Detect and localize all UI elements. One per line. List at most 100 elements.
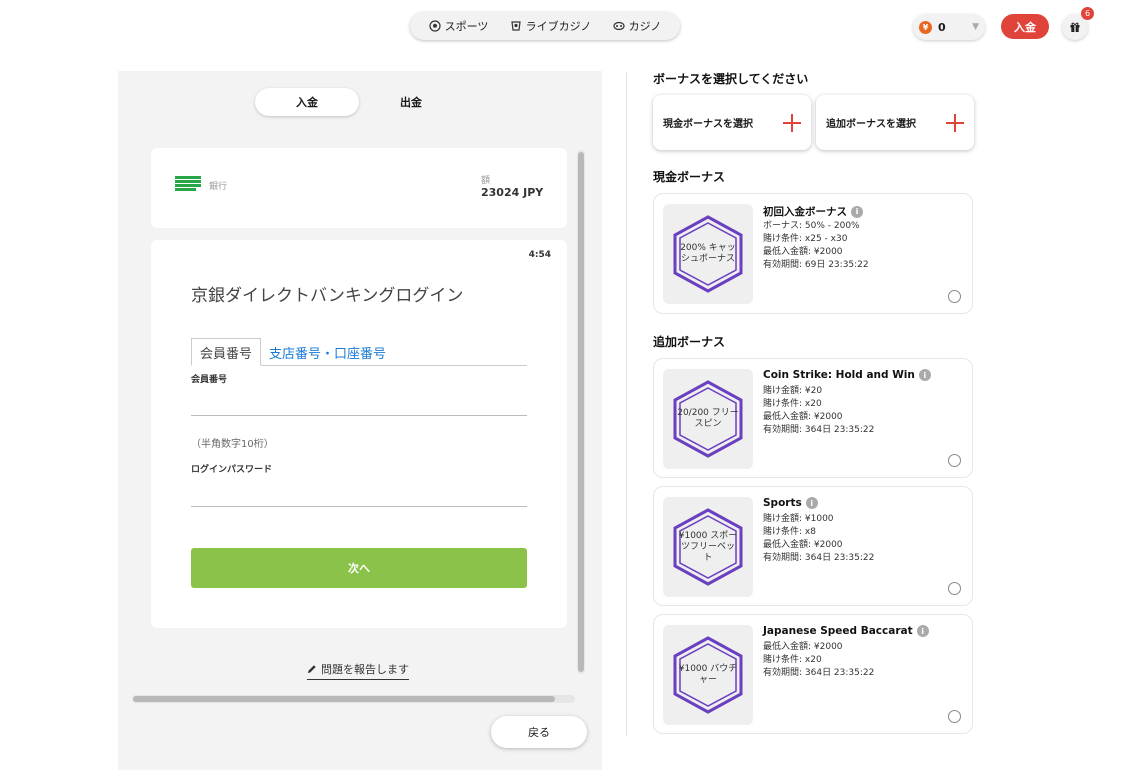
soccer-ball-icon [429, 20, 441, 32]
countdown-timer: 4:54 [528, 250, 551, 260]
bonus-detail: 賭け条件: x20 [763, 655, 822, 665]
casino-icon [613, 21, 625, 31]
bonus-radio[interactable] [948, 290, 961, 303]
live-casino-icon [510, 21, 521, 31]
password-input[interactable] [191, 483, 527, 507]
bonus-detail: 賭け条件: x25 - x30 [763, 234, 848, 244]
bonus-badge-text: ¥1000 スポーツフリーベット [678, 530, 738, 563]
report-problem-link[interactable]: 問題を報告します [307, 661, 409, 680]
bonus-name-text: Japanese Speed Baccarat [763, 625, 913, 637]
report-problem-label: 問題を報告します [321, 663, 409, 676]
bonus-name: Sports i [763, 497, 818, 509]
bonus-detail: 最低入金額: ¥2000 [763, 540, 843, 550]
bank-label: 銀行 [209, 182, 228, 192]
info-icon[interactable]: i [916, 625, 929, 637]
horizontal-scrollbar[interactable] [132, 695, 575, 703]
top-nav: スポーツ ライブカジノ カジノ [410, 12, 680, 40]
member-number-input[interactable] [191, 392, 527, 416]
cash-bonus-section-title: 現金ボーナス [653, 170, 726, 184]
bonus-detail: ボーナス: 50% - 200% [763, 221, 860, 231]
bonus-detail: 賭け金額: ¥1000 [763, 514, 834, 524]
bonus-radio[interactable] [948, 710, 961, 723]
tab-deposit[interactable]: 入金 [255, 88, 359, 116]
bonus-card[interactable]: ¥1000 スポーツフリーベット Sports i 賭け金額: ¥1000 賭け条… [653, 486, 973, 606]
tab-withdraw[interactable]: 出金 [359, 88, 463, 116]
select-cash-bonus-button[interactable]: 現金ボーナスを選択 [653, 95, 811, 150]
plus-icon [783, 113, 801, 132]
select-cash-bonus-label: 現金ボーナスを選択 [663, 119, 753, 130]
bonus-detail: 賭け金額: ¥20 [763, 386, 823, 396]
balance-dropdown[interactable]: ¥ 0 ▼ [913, 14, 985, 40]
deposit-button[interactable]: 入金 [1001, 14, 1049, 39]
bonus-detail: 有効期間: 364日 23:35:22 [763, 425, 875, 435]
bonus-badge: ¥1000 バウチャー [663, 625, 753, 725]
select-extra-bonus-button[interactable]: 追加ボーナスを選択 [816, 95, 974, 150]
bonus-name-text: 初回入金ボーナス [763, 206, 847, 218]
info-icon[interactable]: i [918, 369, 931, 381]
bonus-detail: 賭け条件: x8 [763, 527, 816, 537]
bonus-badge: ¥1000 スポーツフリーベット [663, 497, 753, 597]
bank-login-card: 4:54 京銀ダイレクトバンキングログイン 会員番号 支店番号・口座番号 会員番… [151, 240, 567, 628]
scrollbar-thumb[interactable] [133, 696, 555, 702]
member-number-label: 会員番号 [191, 375, 228, 385]
member-number-hint: （半角数字10桁） [191, 439, 274, 450]
pencil-icon [308, 665, 316, 673]
bank-info-card: 銀行 額 23024 JPY [151, 148, 567, 228]
page: スポーツ ライブカジノ カジノ ¥ 0 ▼ 入金 6 入金 出金 銀行 額 23… [0, 0, 1133, 770]
vertical-scrollbar[interactable] [577, 150, 585, 674]
nav-item-casino[interactable]: カジノ [613, 18, 662, 34]
bonus-card[interactable]: ¥1000 バウチャー Japanese Speed Baccarat i 最低入… [653, 614, 973, 734]
extra-bonus-section-title: 追加ボーナス [653, 335, 726, 349]
gift-icon [1070, 22, 1080, 32]
bonus-badge-text: 20/200 フリースピン [677, 408, 739, 429]
chevron-down-icon: ▼ [972, 22, 979, 32]
nav-item-live-casino[interactable]: ライブカジノ [510, 18, 592, 34]
select-bonus-title: ボーナスを選択してください [653, 72, 809, 86]
bonus-radio[interactable] [948, 454, 961, 467]
bonus-name: Coin Strike: Hold and Win i [763, 369, 931, 381]
gift-count-badge: 6 [1081, 7, 1094, 20]
payment-tabs: 入金 出金 [255, 88, 465, 116]
tab-member-number[interactable]: 会員番号 [191, 338, 262, 366]
deposit-panel: 入金 出金 銀行 額 23024 JPY 4:54 京銀ダイレクトバンキングログ… [118, 71, 602, 770]
nav-item-sports[interactable]: スポーツ [429, 18, 489, 34]
bonus-detail: 最低入金額: ¥2000 [763, 412, 843, 422]
bonus-badge: 200% キャッシュボーナス [663, 204, 753, 304]
plus-icon [946, 113, 964, 132]
bonus-name: 初回入金ボーナス i [763, 204, 863, 219]
nav-item-label: カジノ [628, 20, 662, 33]
coin-icon: ¥ [919, 20, 932, 34]
bonus-detail: 賭け条件: x20 [763, 399, 822, 409]
login-title: 京銀ダイレクトバンキングログイン [191, 286, 464, 306]
login-method-tabs: 会員番号 支店番号・口座番号 [191, 338, 527, 366]
scrollbar-thumb[interactable] [578, 152, 584, 672]
password-label: ログインパスワード [191, 465, 273, 475]
bonus-detail: 有効期間: 364日 23:35:22 [763, 668, 875, 678]
nav-item-label: スポーツ [444, 20, 489, 33]
bonus-detail: 最低入金額: ¥2000 [763, 642, 843, 652]
bonus-badge-text: ¥1000 バウチャー [678, 664, 738, 685]
bonus-detail: 有効期間: 69日 23:35:22 [763, 260, 869, 270]
bonus-radio[interactable] [948, 582, 961, 595]
next-button[interactable]: 次へ [191, 548, 527, 588]
divider [626, 72, 627, 736]
bonus-name-text: Sports [763, 497, 802, 509]
bonus-name-text: Coin Strike: Hold and Win [763, 369, 915, 381]
bonus-detail: 最低入金額: ¥2000 [763, 247, 843, 257]
amount-label: 額 [481, 176, 491, 186]
info-icon[interactable]: i [805, 497, 818, 509]
select-extra-bonus-label: 追加ボーナスを選択 [826, 119, 916, 130]
bonus-badge-text: 200% キャッシュボーナス [680, 243, 736, 264]
bank-logo-icon [175, 176, 201, 194]
bonus-badge: 20/200 フリースピン [663, 369, 753, 469]
bonus-name: Japanese Speed Baccarat i [763, 625, 929, 637]
nav-item-label: ライブカジノ [525, 20, 592, 33]
bonus-detail: 有効期間: 364日 23:35:22 [763, 553, 875, 563]
balance-value: 0 [938, 20, 946, 34]
bonus-card[interactable]: 200% キャッシュボーナス 初回入金ボーナス i ボーナス: 50% - 200… [653, 193, 973, 314]
amount-value: 23024 JPY [481, 186, 544, 199]
info-icon[interactable]: i [851, 205, 863, 218]
bonus-card[interactable]: 20/200 フリースピン Coin Strike: Hold and Win i… [653, 358, 973, 478]
back-button[interactable]: 戻る [491, 716, 587, 748]
tab-branch-account[interactable]: 支店番号・口座番号 [261, 338, 394, 366]
